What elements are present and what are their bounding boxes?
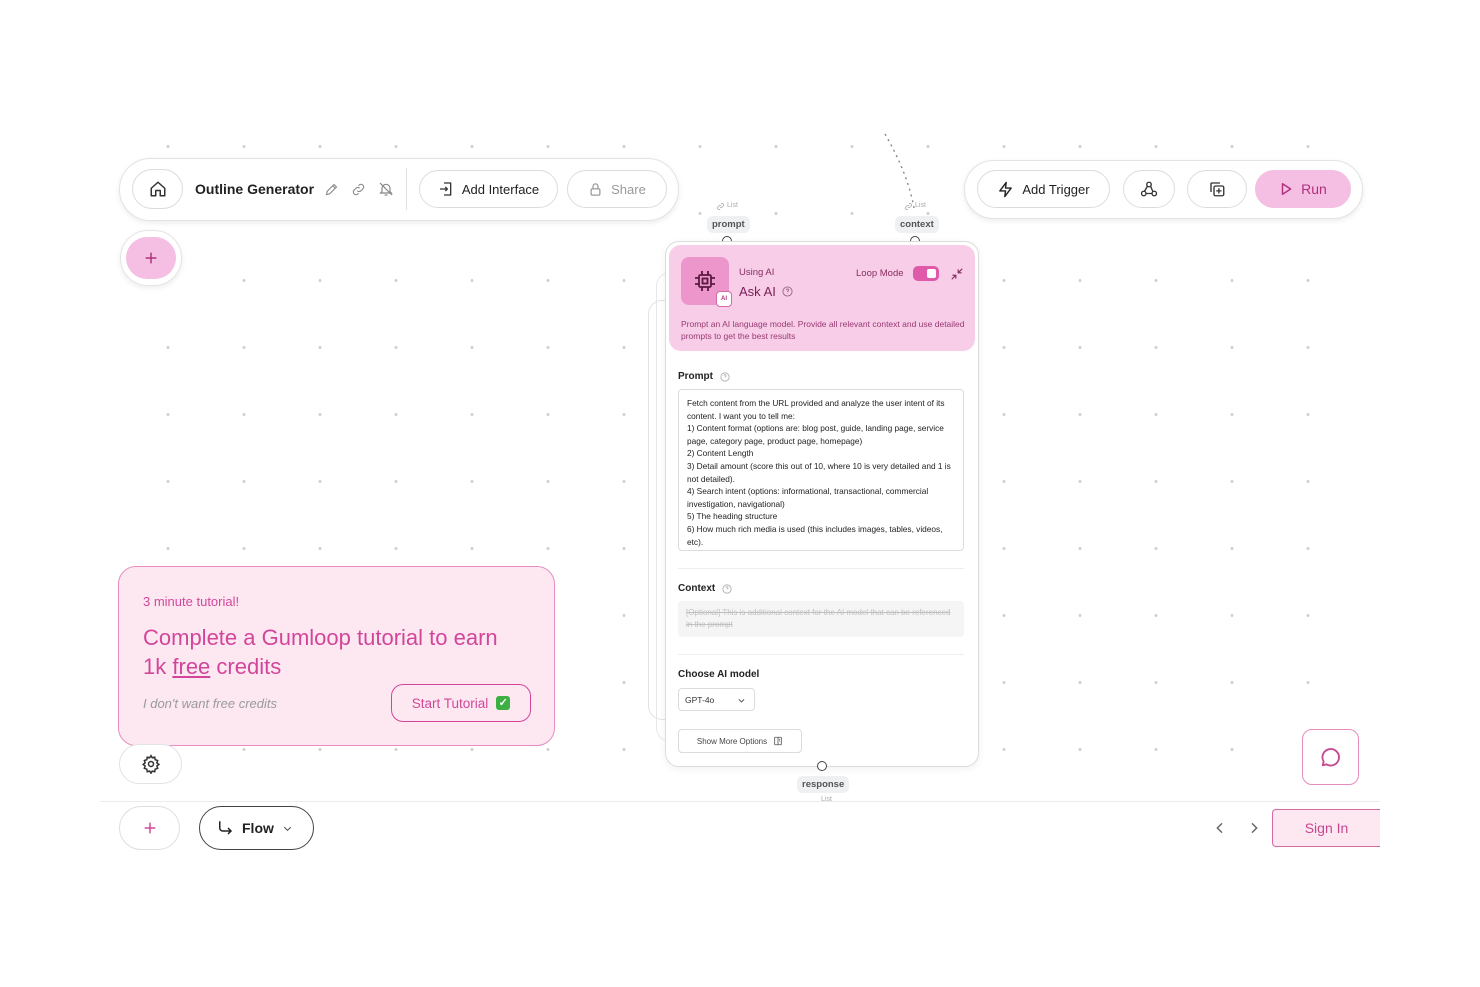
add-interface-icon xyxy=(438,181,454,197)
help-icon[interactable] xyxy=(782,286,793,297)
prompt-input-label: prompt xyxy=(707,216,750,233)
model-select[interactable]: GPT-4o xyxy=(678,688,755,711)
loop-mode-toggle[interactable] xyxy=(913,266,939,281)
webhook-icon xyxy=(1140,180,1158,198)
node-icon-tile: AI xyxy=(681,257,732,307)
ai-badge: AI xyxy=(716,291,732,307)
node-subtitle: Using AI xyxy=(739,267,775,278)
chevron-down-icon xyxy=(737,696,746,705)
response-output-label: response xyxy=(797,776,850,793)
node-title: Ask AI xyxy=(739,284,776,299)
gear-icon xyxy=(141,754,161,774)
plus-icon xyxy=(142,820,158,836)
section-divider xyxy=(678,568,964,569)
start-tutorial-label: Start Tutorial xyxy=(411,695,489,711)
model-value: GPT-4o xyxy=(685,694,715,705)
lock-icon xyxy=(588,182,603,197)
duplicate-button[interactable] xyxy=(1187,170,1247,208)
collapse-icon[interactable] xyxy=(950,267,964,281)
share-label: Share xyxy=(611,181,646,197)
bottom-bar-divider xyxy=(100,801,1380,802)
run-label: Run xyxy=(1301,181,1327,197)
context-input-label: context xyxy=(895,216,939,233)
link-small-icon xyxy=(904,202,913,211)
help-icon[interactable] xyxy=(722,584,732,594)
show-more-options-button[interactable]: Show More Options xyxy=(678,729,802,753)
show-more-label: Show More Options xyxy=(696,736,768,746)
start-tutorial-button[interactable]: Start Tutorial ✓ xyxy=(391,684,531,722)
add-node-button[interactable] xyxy=(120,230,182,286)
tutorial-kicker: 3 minute tutorial! xyxy=(143,594,240,609)
toolbar-divider xyxy=(406,168,407,210)
bottom-add-button[interactable] xyxy=(119,806,180,850)
add-trigger-label: Add Trigger xyxy=(1022,181,1090,197)
flow-title[interactable]: Outline Generator xyxy=(195,181,314,197)
flow-arrow-icon xyxy=(216,819,234,837)
help-icon[interactable] xyxy=(720,372,730,382)
node-header: AI Using AI Ask AI Loop Mode Prompt an A… xyxy=(669,245,975,351)
bell-off-icon[interactable] xyxy=(378,181,394,197)
prompt-textarea[interactable]: Fetch content from the URL provided and … xyxy=(678,389,964,551)
check-icon: ✓ xyxy=(496,696,511,710)
node-description: Prompt an AI language model. Provide all… xyxy=(681,319,965,341)
tutorial-card: 3 minute tutorial! Complete a Gumloop tu… xyxy=(118,566,555,746)
chevron-left-icon[interactable] xyxy=(1212,820,1228,836)
share-button[interactable]: Share xyxy=(567,170,667,208)
link-icon[interactable] xyxy=(351,182,366,197)
add-interface-button[interactable]: Add Interface xyxy=(419,170,558,208)
plus-icon xyxy=(143,250,159,266)
settings-button[interactable] xyxy=(119,744,182,784)
context-field[interactable]: [Optional] This is additional context fo… xyxy=(678,601,964,637)
loop-mode-label: Loop Mode xyxy=(856,268,904,279)
context-label: Context xyxy=(678,583,716,594)
lightning-icon xyxy=(997,181,1014,198)
edge-to-context xyxy=(884,133,915,209)
link-small-icon xyxy=(716,202,725,211)
prompt-label: Prompt xyxy=(678,371,713,382)
panel-icon xyxy=(773,736,783,746)
run-button[interactable]: Run xyxy=(1255,170,1351,208)
cpu-icon xyxy=(693,269,717,293)
play-icon xyxy=(1279,182,1293,196)
response-output-port[interactable] xyxy=(817,761,827,771)
chevron-down-icon xyxy=(282,823,293,834)
chevron-right-icon[interactable] xyxy=(1246,820,1262,836)
edit-icon[interactable] xyxy=(324,182,339,197)
prompt-input-type: List xyxy=(727,202,738,209)
decline-tutorial-link[interactable]: I don't want free credits xyxy=(143,696,277,711)
free-link[interactable]: free xyxy=(172,654,210,679)
home-icon xyxy=(149,180,167,198)
add-interface-label: Add Interface xyxy=(461,181,540,197)
model-label: Choose AI model xyxy=(678,669,760,680)
chat-button[interactable] xyxy=(1302,729,1359,785)
home-button[interactable] xyxy=(132,169,183,209)
copy-plus-icon xyxy=(1208,180,1226,198)
add-trigger-button[interactable]: Add Trigger xyxy=(977,170,1110,208)
flow-select[interactable]: Flow xyxy=(199,806,314,850)
sign-in-button[interactable]: Sign In xyxy=(1272,809,1380,847)
tutorial-headline: Complete a Gumloop tutorial to earn 1k f… xyxy=(143,625,498,679)
sign-in-label: Sign In xyxy=(1304,820,1349,836)
webhook-button[interactable] xyxy=(1123,170,1175,208)
section-divider xyxy=(678,654,964,655)
context-input-type: List xyxy=(915,202,926,209)
flow-label: Flow xyxy=(242,820,274,836)
ask-ai-node[interactable]: AI Using AI Ask AI Loop Mode Prompt an A… xyxy=(665,241,979,767)
chat-bubble-icon xyxy=(1320,746,1342,768)
